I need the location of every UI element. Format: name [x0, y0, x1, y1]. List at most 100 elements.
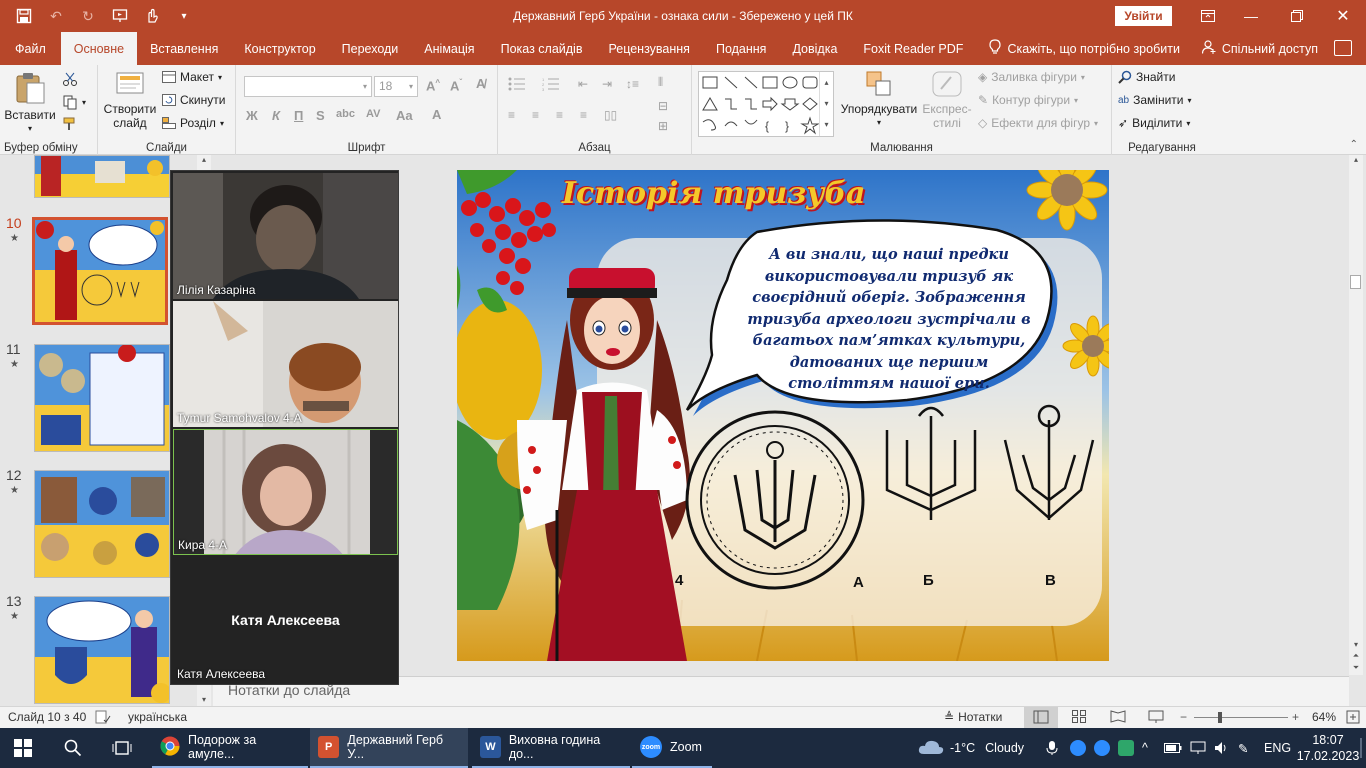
tab-file[interactable]: Файл [0, 32, 61, 65]
restore-icon[interactable] [1274, 0, 1320, 32]
find-button[interactable]: Знайти [1118, 70, 1175, 84]
meeting-tray-icon[interactable] [1094, 728, 1110, 768]
taskbar-word[interactable]: W Виховна година до... [472, 728, 630, 768]
shrink-font-icon[interactable]: Aˇ [450, 78, 462, 93]
font-color-icon[interactable]: A [432, 107, 441, 122]
tab-help[interactable]: Довідка [779, 32, 850, 65]
align-right-icon[interactable]: ≡ [556, 108, 563, 122]
video-tile-camera-off[interactable]: Катя Алексеева Катя Алексеева [173, 557, 398, 683]
ribbon-display-options-icon[interactable] [1185, 0, 1231, 32]
increase-indent-icon[interactable]: ⇥ [602, 77, 612, 91]
columns-icon[interactable]: ▯▯ [604, 108, 617, 122]
align-center-icon[interactable]: ≡ [532, 108, 539, 122]
green-app-tray-icon[interactable] [1118, 728, 1134, 768]
video-tile-active-speaker[interactable]: Кира 4-А [173, 429, 398, 555]
taskbar-zoom[interactable]: zoom Zoom [632, 728, 712, 768]
shape-outline-button[interactable]: ✎ Контур фігури ▾ [978, 93, 1078, 107]
close-icon[interactable]: ✕ [1320, 0, 1366, 32]
format-painter-icon[interactable] [62, 116, 78, 132]
zoom-slider[interactable] [1194, 717, 1288, 718]
line-spacing-icon[interactable]: ↕≡ [626, 77, 639, 91]
replace-button[interactable]: ab Замінити ▾ [1118, 93, 1192, 107]
bold-button[interactable]: Ж [246, 108, 258, 123]
numbering-icon[interactable]: 123 [542, 77, 560, 91]
network-icon[interactable] [1190, 728, 1206, 768]
tab-slideshow[interactable]: Показ слайдів [488, 32, 596, 65]
collapse-ribbon-icon[interactable]: ⌃ [1350, 139, 1358, 150]
present-icon[interactable] [106, 2, 134, 30]
char-spacing-icon[interactable]: AV [366, 108, 380, 120]
volume-icon[interactable] [1214, 728, 1230, 768]
start-button[interactable] [6, 728, 40, 768]
select-button[interactable]: ➶ Виділити ▾ [1118, 116, 1190, 130]
video-tile[interactable]: Tymur Samohvalov 4-А [173, 301, 398, 427]
pen-icon[interactable]: ✎ [1238, 728, 1248, 768]
weather-widget[interactable]: -1°C Cloudy [918, 728, 1024, 768]
task-view-icon[interactable] [104, 728, 140, 768]
input-language[interactable]: ENG [1264, 728, 1291, 768]
paste-button[interactable]: Вставити ▾ [4, 71, 56, 136]
text-direction-icon[interactable]: ⫴ [658, 75, 663, 90]
italic-button[interactable]: К [272, 108, 280, 123]
slide-thumbnail[interactable] [34, 344, 170, 452]
clock[interactable]: 18:07 17.02.2023 [1297, 728, 1360, 768]
share-button[interactable]: Спільний доступ [1201, 32, 1318, 65]
tell-me-box[interactable]: Скажіть, що потрібно зробити [976, 32, 1193, 65]
change-case-icon[interactable]: Aa [396, 108, 413, 123]
taskbar-chrome[interactable]: Подорож за амуле... [152, 728, 308, 768]
minimize-icon[interactable]: — [1228, 0, 1274, 32]
quick-styles-button[interactable]: Експрес-стилі [920, 69, 974, 130]
redo-icon[interactable]: ↻ [74, 2, 102, 30]
slide-thumbnail[interactable] [34, 470, 170, 578]
tab-design[interactable]: Конструктор [231, 32, 328, 65]
tab-transitions[interactable]: Переходи [329, 32, 412, 65]
bullets-icon[interactable] [508, 77, 526, 91]
tab-foxit[interactable]: Foxit Reader PDF [850, 32, 976, 65]
notes-toggle-button[interactable]: ≜ Нотатки [944, 710, 1002, 724]
shape-fill-button[interactable]: ◈ Заливка фігури ▾ [978, 70, 1085, 84]
layout-button[interactable]: Макет ▾ [162, 70, 222, 84]
zoom-in-icon[interactable]: + [1292, 710, 1299, 724]
clear-formatting-icon[interactable]: A̸ [476, 76, 485, 91]
scroll-up-icon[interactable]: ▴ [197, 155, 211, 164]
normal-view-icon[interactable] [1024, 707, 1058, 728]
slide-thumbnail[interactable] [34, 155, 170, 198]
tab-view[interactable]: Подання [703, 32, 779, 65]
search-icon[interactable] [56, 728, 90, 768]
shapes-gallery[interactable]: {} ▴ ▾ ▾ [698, 71, 834, 137]
slide-thumbnail-selected[interactable] [32, 217, 168, 325]
tab-animations[interactable]: Анімація [411, 32, 487, 65]
tab-insert[interactable]: Вставлення [137, 32, 231, 65]
scroll-down-icon[interactable]: ▾ [1349, 640, 1363, 649]
scroll-down-icon[interactable]: ▾ [197, 695, 211, 704]
touch-mode-icon[interactable] [138, 2, 166, 30]
scroll-up-icon[interactable]: ▴ [1349, 155, 1363, 164]
scroll-thumb[interactable] [1350, 275, 1361, 289]
battery-icon[interactable] [1164, 728, 1182, 768]
copy-icon[interactable]: ▾ [62, 94, 86, 110]
align-left-icon[interactable]: ≡ [508, 108, 515, 122]
language[interactable]: українська [128, 710, 187, 724]
signin-button[interactable]: Увійти [1115, 6, 1172, 26]
notifications-icon[interactable] [1356, 728, 1366, 768]
slide-thumbnail[interactable] [34, 596, 170, 704]
arrange-button[interactable]: Упорядкувати ▾ [838, 69, 920, 130]
justify-icon[interactable]: ≡ [580, 108, 587, 122]
customize-qat-icon[interactable]: ▾ [170, 2, 198, 30]
font-size-box[interactable]: 18 ▾ [374, 76, 418, 97]
tab-home[interactable]: Основне [60, 32, 138, 65]
comments-icon[interactable] [1334, 40, 1352, 56]
slideshow-icon[interactable] [1148, 710, 1164, 727]
fit-slide-icon[interactable] [1346, 710, 1360, 727]
section-button[interactable]: Розділ ▾ [162, 116, 224, 130]
strikethrough-button[interactable]: S [316, 108, 325, 123]
grow-font-icon[interactable]: A^ [426, 78, 440, 93]
chevron-up-icon[interactable]: ^ [1142, 728, 1148, 768]
font-name-box[interactable]: ▾ [244, 76, 372, 97]
underline-button[interactable]: П [294, 108, 303, 123]
shape-effects-button[interactable]: ◇ Ефекти для фігур ▾ [978, 116, 1098, 130]
cut-icon[interactable] [62, 71, 78, 87]
zoom-level[interactable]: 64% [1312, 710, 1336, 724]
text-shadow-icon[interactable]: abc [336, 108, 355, 120]
zoom-video-panel[interactable]: Лілія Казаріна Tymur Samohvalov 4-А Кира… [170, 170, 399, 685]
